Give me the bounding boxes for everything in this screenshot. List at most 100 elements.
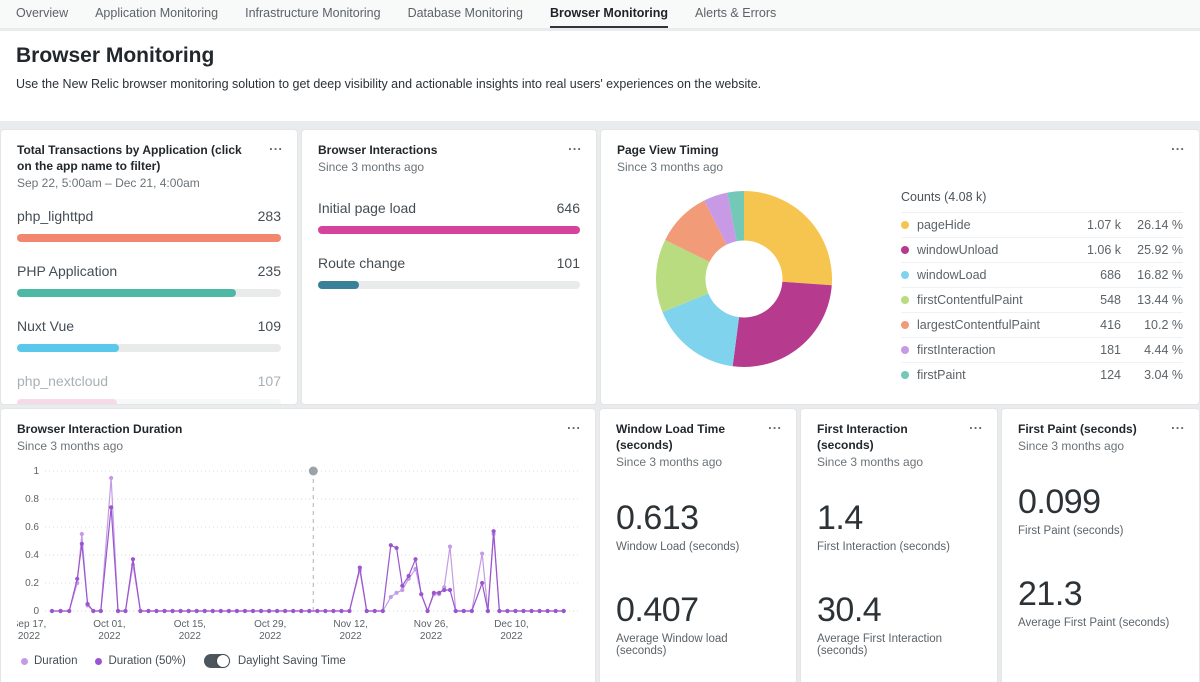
series-point: [486, 609, 490, 613]
legend-value: 124: [1065, 368, 1121, 382]
series-point: [437, 591, 441, 595]
series-point: [187, 609, 191, 613]
x-axis-label: Dec 10,2022: [494, 619, 528, 642]
series-point: [448, 545, 452, 549]
series-point: [50, 609, 54, 613]
gauge-label-initial-page-load[interactable]: Initial page load: [318, 200, 416, 216]
legend-percent: 13.44 %: [1121, 293, 1183, 307]
series-point: [203, 609, 207, 613]
legend-label: windowUnload: [917, 243, 1065, 257]
tab-overview[interactable]: Overview: [16, 0, 68, 28]
series-point: [425, 609, 429, 613]
series-point: [537, 609, 541, 613]
gauge-track: [17, 234, 281, 242]
legend-percent: 26.14 %: [1121, 218, 1183, 232]
series-point: [123, 609, 127, 613]
series-point: [219, 609, 223, 613]
series-point: [99, 609, 103, 613]
series-point: [162, 609, 166, 613]
series-point: [413, 557, 417, 561]
duration-line-chart[interactable]: 00.20.40.60.81Sep 17,2022Oct 01,2022Oct …: [17, 461, 582, 643]
series-point: [91, 609, 95, 613]
series-point: [109, 505, 113, 509]
series-point: [283, 609, 287, 613]
gauge-value: 101: [557, 255, 580, 271]
gauge-track: [17, 289, 281, 297]
legend-item-firstinteraction[interactable]: firstInteraction1814.44 %: [901, 337, 1183, 362]
daylight-saving-toggle[interactable]: [204, 654, 230, 668]
pageview-donut-chart[interactable]: [651, 186, 837, 372]
legend-item-largestcontentfulpaint[interactable]: largestContentfulPaint41610.2 %: [901, 312, 1183, 337]
panel-menu-icon[interactable]: ...: [1171, 138, 1185, 153]
gauge-label-php-lighttpd[interactable]: php_lighttpd: [17, 208, 93, 224]
legend-value: 416: [1065, 318, 1121, 332]
series-point: [373, 609, 377, 613]
legend-value: 1.06 k: [1065, 243, 1121, 257]
legend-percent: 10.2 %: [1121, 318, 1183, 332]
tab-infrastructure-monitoring[interactable]: Infrastructure Monitoring: [245, 0, 380, 28]
panel-menu-icon[interactable]: ...: [269, 138, 283, 153]
dashboard-tabs: Overview Application Monitoring Infrastruc…: [0, 0, 1200, 28]
dashboard-row-1: Total Transactions by Application (click…: [0, 129, 1200, 405]
panel-menu-icon[interactable]: ...: [768, 417, 782, 432]
panel-window-load-time-seconds: Window Load Time (seconds)Since 3 months…: [599, 408, 797, 682]
series-point: [480, 552, 484, 556]
panel-menu-icon[interactable]: ...: [568, 138, 582, 153]
series-point: [562, 609, 566, 613]
chart-legend-duration[interactable]: Duration: [21, 655, 77, 667]
legend-item-firstpaint[interactable]: firstPaint1243.04 %: [901, 362, 1183, 387]
gauge-row-php-nextcloud: php_nextcloud107: [17, 373, 281, 405]
series-point: [394, 546, 398, 550]
tab-browser-monitoring[interactable]: Browser Monitoring: [550, 0, 668, 28]
series-point: [116, 609, 120, 613]
series-point: [67, 609, 71, 613]
tab-database-monitoring[interactable]: Database Monitoring: [408, 0, 523, 28]
legend-percent: 3.04 %: [1121, 368, 1183, 382]
chart-legend-duration-50[interactable]: Duration (50%): [95, 655, 185, 667]
y-axis-label: 0.4: [25, 550, 39, 561]
duration-chart-legend: DurationDuration (50%)Daylight Saving Ti…: [21, 654, 579, 668]
tab-alerts-errors[interactable]: Alerts & Errors: [695, 0, 776, 28]
series-point: [259, 609, 263, 613]
gauge-label-php-application[interactable]: PHP Application: [17, 263, 117, 279]
pie-slice-pagehide[interactable]: [744, 191, 832, 285]
legend-dot-icon: [95, 658, 102, 665]
x-axis-label: Nov 26,2022: [414, 619, 448, 642]
legend-dot-icon: [21, 658, 28, 665]
panel-menu-icon[interactable]: ...: [969, 417, 983, 432]
legend-value: 181: [1065, 343, 1121, 357]
series-point: [251, 609, 255, 613]
series-point: [454, 609, 458, 613]
legend-dot-icon: [901, 296, 909, 304]
tab-application-monitoring[interactable]: Application Monitoring: [95, 0, 218, 28]
panel-menu-icon[interactable]: ...: [567, 417, 581, 432]
series-point: [407, 574, 411, 578]
series-point: [497, 609, 501, 613]
gauge-label-route-change[interactable]: Route change: [318, 255, 405, 271]
legend-dot-icon: [901, 371, 909, 379]
gauge-label-php-nextcloud[interactable]: php_nextcloud: [17, 373, 108, 389]
transactions-gauge-list: php_lighttpd283PHP Application235Nuxt Vu…: [17, 208, 281, 405]
series-point: [227, 609, 231, 613]
panel-first-paint-seconds: First Paint (seconds)Since 3 months ago.…: [1001, 408, 1200, 682]
series-point: [299, 609, 303, 613]
gauge-value: 109: [258, 318, 281, 334]
series-point: [80, 532, 84, 536]
x-axis-label: Oct 01,2022: [93, 619, 125, 642]
series-point: [331, 609, 335, 613]
series-point: [400, 588, 404, 592]
series-point: [529, 609, 533, 613]
gauge-label-nuxt-vue[interactable]: Nuxt Vue: [17, 318, 74, 334]
series-point: [138, 609, 142, 613]
legend-item-pagehide[interactable]: pageHide1.07 k26.14 %: [901, 212, 1183, 237]
legend-item-windowunload[interactable]: windowUnload1.06 k25.92 %: [901, 237, 1183, 262]
legend-item-windowload[interactable]: windowLoad68616.82 %: [901, 262, 1183, 287]
page-header: Browser Monitoring Use the New Relic bro…: [0, 31, 1200, 121]
metric-label: First Paint (seconds): [1018, 525, 1183, 537]
pie-slice-windowunload[interactable]: [733, 282, 832, 367]
panel-menu-icon[interactable]: ...: [1171, 417, 1185, 432]
series-point: [389, 595, 393, 599]
series-point: [58, 609, 62, 613]
series-point: [505, 609, 509, 613]
legend-item-firstcontentfulpaint[interactable]: firstContentfulPaint54813.44 %: [901, 287, 1183, 312]
